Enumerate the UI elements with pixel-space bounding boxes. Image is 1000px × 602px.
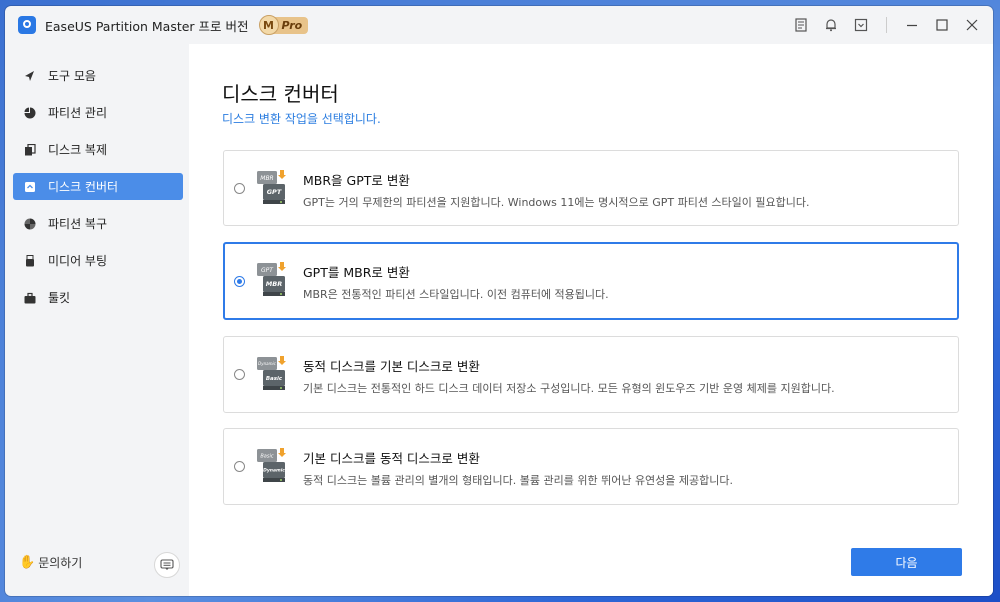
option-title: MBR을 GPT로 변환 — [303, 173, 410, 188]
icon-bottom-label: Basic — [266, 376, 283, 382]
option-description: GPT는 거의 무제한의 파티션을 지원합니다. Windows 11에는 명시… — [303, 196, 810, 209]
recovery-icon — [23, 217, 37, 231]
sidebar-item-label: 파티션 관리 — [48, 106, 108, 120]
radio-button[interactable] — [234, 461, 245, 472]
sidebar: 도구 모음 파티션 관리 디스크 복제 디스크 컨버터 파티션 복구 미디어 부… — [5, 44, 189, 596]
radio-button[interactable] — [234, 183, 245, 194]
disk-convert-icon: Dynamic Basic — [257, 356, 286, 390]
sidebar-item-disk-clone[interactable]: 디스크 복제 — [13, 136, 183, 163]
pie-icon — [23, 106, 37, 120]
help-label: 문의하기 — [38, 556, 83, 570]
title-bar-controls — [786, 6, 993, 44]
icon-top-label: Dynamic — [258, 361, 276, 366]
pro-badge[interactable]: M Pro — [258, 15, 309, 35]
notes-icon[interactable] — [786, 10, 816, 40]
bell-icon[interactable] — [816, 10, 846, 40]
sidebar-item-label: 디스크 복제 — [48, 143, 108, 157]
convert-icon — [23, 180, 37, 194]
hand-icon: ✋ — [19, 555, 36, 570]
dropdown-box-icon[interactable] — [846, 10, 876, 40]
option-title: 동적 디스크를 기본 디스크로 변환 — [303, 359, 480, 374]
compass-icon — [23, 69, 37, 83]
pro-badge-letter: M — [258, 15, 279, 35]
icon-bottom-label: Dynamic — [263, 468, 285, 474]
usb-icon — [23, 254, 37, 268]
icon-bottom-label: MBR — [266, 280, 282, 288]
title-bar: EaseUS Partition Master 프로 버전 M Pro — [5, 6, 993, 44]
sidebar-item-partition-manager[interactable]: 파티션 관리 — [13, 99, 183, 126]
option-description: 기본 디스크는 전통적인 하드 디스크 데이터 저장소 구성입니다. 모든 유형… — [303, 382, 835, 395]
disk-convert-icon: MBR GPT — [257, 170, 286, 204]
sidebar-item-label: 미디어 부팅 — [48, 254, 108, 268]
chat-button[interactable] — [154, 552, 180, 578]
app-window: EaseUS Partition Master 프로 버전 M Pro 도구 모… — [5, 6, 993, 596]
option-basic-to-dynamic[interactable]: Basic Dynamic 기본 디스크를 동적 디스크로 변환 동적 디스크는… — [223, 428, 959, 505]
icon-bottom-label: GPT — [267, 188, 282, 196]
sidebar-item-label: 디스크 컨버터 — [48, 180, 119, 194]
icon-top-label: GPT — [261, 267, 274, 274]
app-title: EaseUS Partition Master 프로 버전 — [45, 18, 249, 34]
option-title: 기본 디스크를 동적 디스크로 변환 — [303, 451, 480, 466]
sidebar-item-label: 툴킷 — [48, 291, 71, 305]
sidebar-item-disk-converter[interactable]: 디스크 컨버터 — [13, 173, 183, 200]
chat-icon — [160, 556, 174, 575]
sidebar-item-toolbox[interactable]: 도구 모음 — [13, 62, 183, 89]
main-panel: 디스크 컨버터 디스크 변환 작업을 선택합니다. MBR GPT MBR을 G… — [189, 44, 993, 596]
icon-top-label: Basic — [260, 454, 273, 460]
option-mbr-to-gpt[interactable]: MBR GPT MBR을 GPT로 변환 GPT는 거의 무제한의 파티션을 지… — [223, 150, 959, 226]
sidebar-item-label: 파티션 복구 — [48, 217, 108, 231]
close-icon[interactable] — [957, 10, 987, 40]
icon-top-label: MBR — [260, 175, 273, 182]
sidebar-item-partition-recovery[interactable]: 파티션 복구 — [13, 210, 183, 237]
app-logo-icon — [18, 16, 36, 34]
radio-button[interactable] — [234, 369, 245, 380]
page-subtitle: 디스크 변환 작업을 선택합니다. — [222, 112, 381, 126]
sidebar-item-bootable-media[interactable]: 미디어 부팅 — [13, 247, 183, 274]
toolkit-icon — [23, 291, 37, 305]
option-description: 동적 디스크는 볼륨 관리의 별개의 형태입니다. 볼륨 관리를 위한 뛰어난 … — [303, 474, 734, 487]
option-title: GPT를 MBR로 변환 — [303, 265, 410, 280]
sidebar-item-label: 도구 모음 — [48, 69, 96, 83]
copy-icon — [23, 143, 37, 157]
minimize-icon[interactable] — [897, 10, 927, 40]
page-title: 디스크 컨버터 — [222, 82, 339, 106]
option-dynamic-to-basic[interactable]: Dynamic Basic 동적 디스크를 기본 디스크로 변환 기본 디스크는… — [223, 336, 959, 413]
title-bar-divider — [886, 17, 887, 33]
radio-button-selected[interactable] — [234, 276, 245, 287]
option-gpt-to-mbr[interactable]: GPT MBR GPT를 MBR로 변환 MBR은 전통적인 파티션 스타일입니… — [223, 242, 959, 320]
maximize-icon[interactable] — [927, 10, 957, 40]
option-description: MBR은 전통적인 파티션 스타일입니다. 이전 컴퓨터에 적용됩니다. — [303, 288, 609, 301]
help-link[interactable]: ✋ 문의하기 — [19, 554, 82, 571]
disk-convert-icon: GPT MBR — [257, 262, 286, 296]
disk-convert-icon: Basic Dynamic — [257, 448, 286, 482]
next-button[interactable]: 다음 — [851, 548, 962, 576]
sidebar-item-toolkit[interactable]: 툴킷 — [13, 284, 183, 311]
